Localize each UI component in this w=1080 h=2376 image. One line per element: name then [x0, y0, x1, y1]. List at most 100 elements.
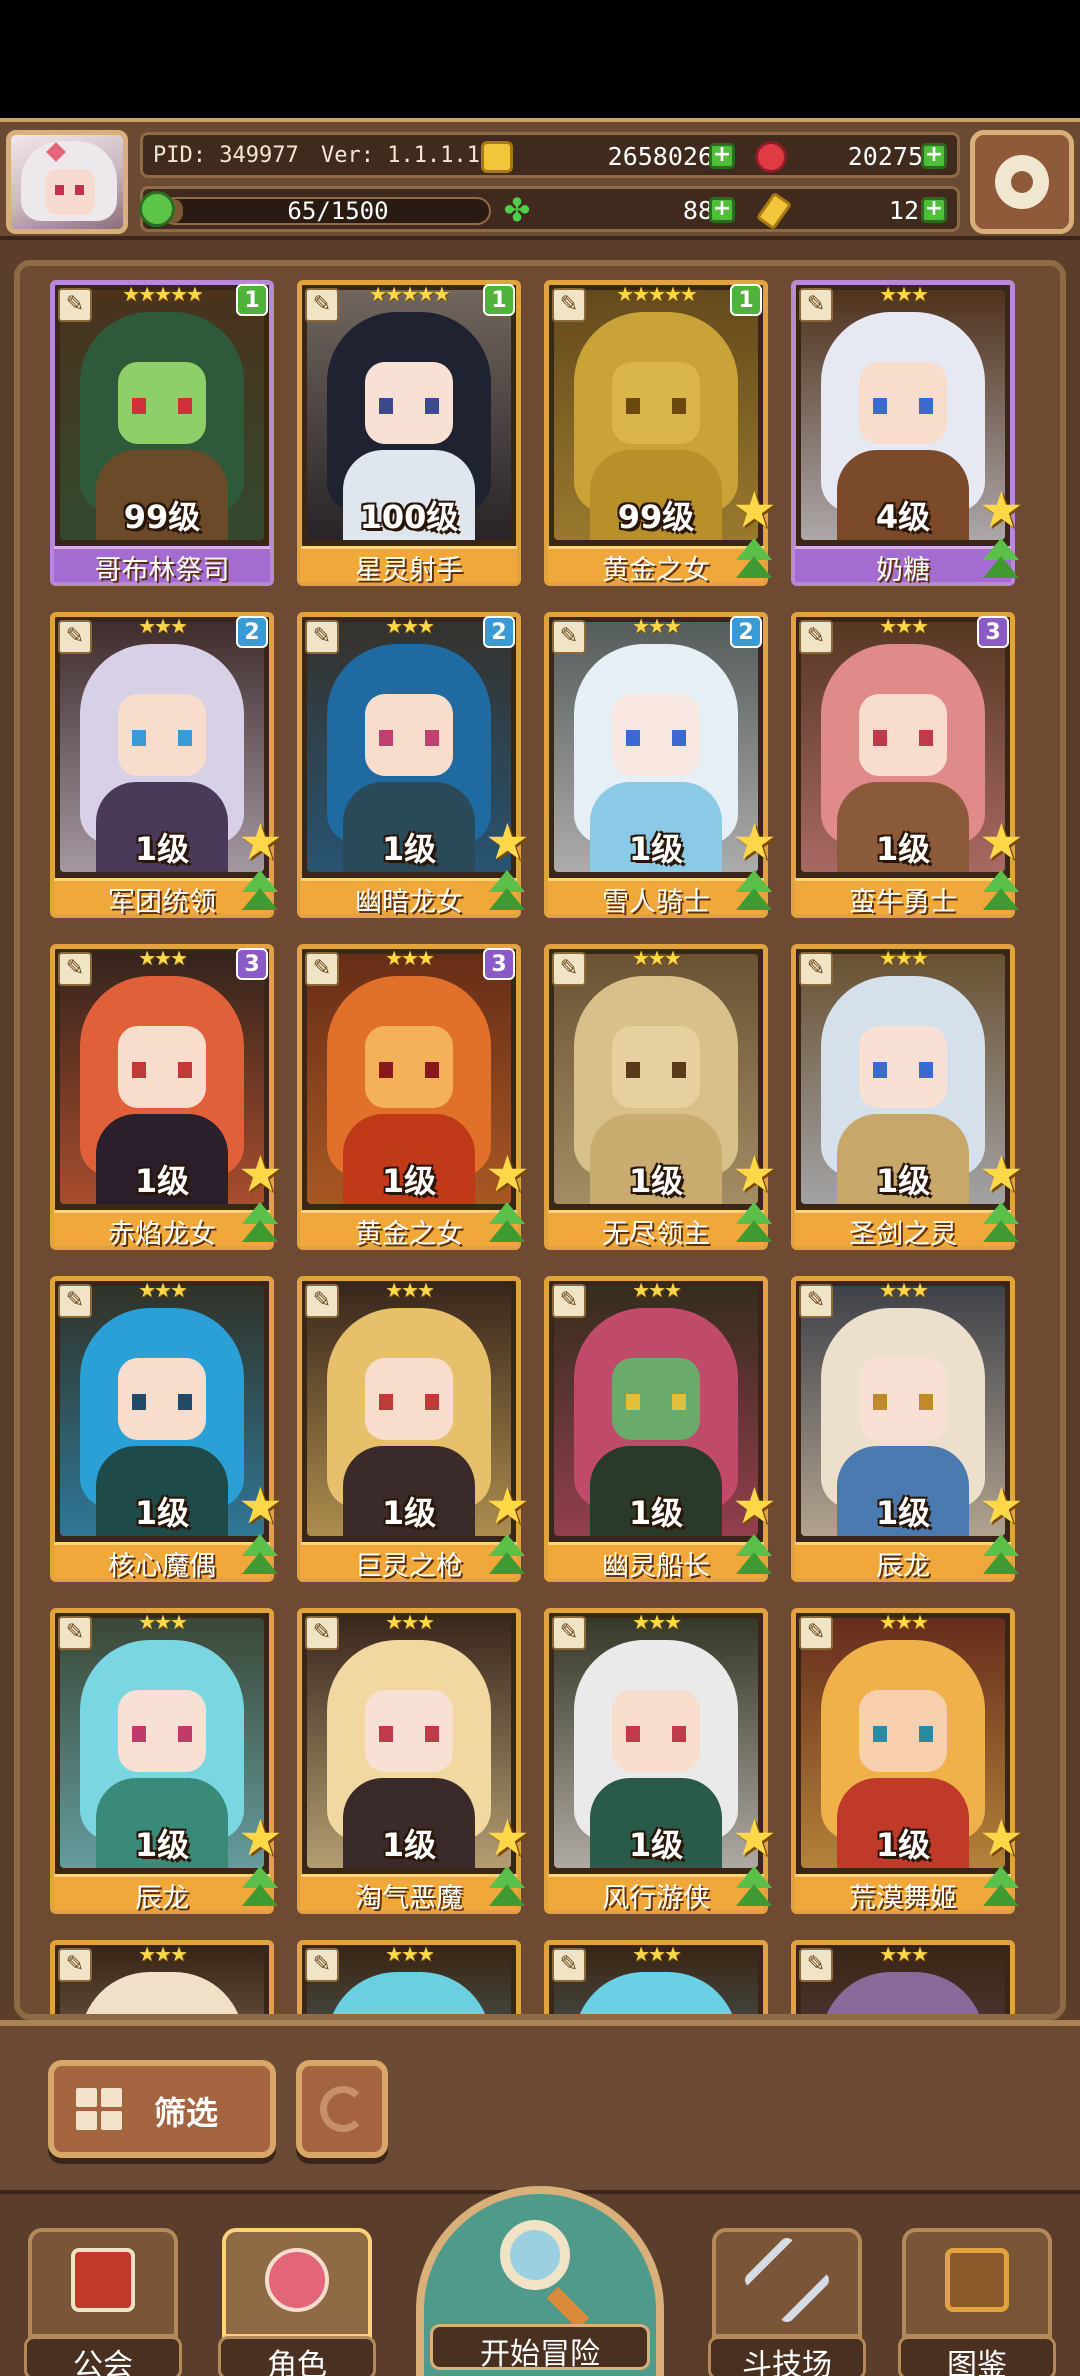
character-card[interactable]: ★★★ ✎ [791, 1940, 1015, 2014]
class-feather-icon: ✎ [58, 1948, 92, 1982]
guild-building-icon [71, 2248, 135, 2312]
tier-badge: 3 [977, 616, 1009, 648]
add-key-button[interactable]: + [921, 197, 947, 223]
star-upgrade-icon: ★ [485, 1809, 530, 1867]
filter-button[interactable]: 筛选 [48, 2060, 276, 2158]
filter-grid-icon [76, 2088, 122, 2130]
nav-arena[interactable]: 斗技场 [708, 2228, 866, 2376]
info-row-top: PID: 349977 Ver: 1.1.1.13 2658026 + 2027… [140, 132, 960, 178]
status-bar-area [0, 0, 1080, 118]
portrait-eye [132, 730, 146, 746]
portrait-eye [873, 1726, 887, 1742]
character-card[interactable]: ★★★ ✎ 2 1级 幽暗龙女 ★ [297, 612, 530, 918]
portrait-eye [672, 398, 686, 414]
character-card[interactable]: ★★★ ✎ [544, 1940, 768, 2014]
character-card[interactable]: ★★★ ✎ 2 1级 雪人骑士 ★ [544, 612, 777, 918]
nav-codex[interactable]: 图鉴 [898, 2228, 1056, 2376]
portrait-eye [178, 1726, 192, 1742]
tier-badge: 2 [730, 616, 762, 648]
class-feather-icon: ✎ [552, 620, 586, 654]
portrait-eye [672, 730, 686, 746]
portrait-eye [425, 398, 439, 414]
character-card[interactable]: ★★★ ✎ 1级 核心魔偶 ★ [50, 1276, 283, 1582]
character-card[interactable]: ★★★ ✎ 1级 风行游侠 ★ [544, 1608, 777, 1914]
player-info-panel: PID: 349977 Ver: 1.1.1.13 2658026 + 2027… [139, 130, 960, 234]
portrait-eye [919, 1726, 933, 1742]
character-card[interactable]: ★★★ ✎ 1级 辰龙 ★ [791, 1276, 1024, 1582]
filter-label: 筛选 [154, 2094, 219, 2132]
class-feather-icon: ✎ [552, 952, 586, 986]
character-card[interactable]: ★★★ ✎ [297, 1940, 521, 2014]
star-upgrade-icon: ★ [238, 813, 283, 871]
portrait-eye [178, 730, 192, 746]
portrait-eye [873, 1394, 887, 1410]
avatar-eye [75, 185, 84, 195]
star-upgrade-icon: ★ [238, 1809, 283, 1867]
level-up-arrow-icon [979, 1534, 1023, 1578]
character-card[interactable]: ★★★★★ ✎ 1 100级 星灵射手 [297, 280, 521, 586]
level-up-arrow-icon [238, 1534, 282, 1578]
nav-character-label: 角色 [267, 2348, 327, 2376]
class-feather-icon: ✎ [799, 288, 833, 322]
character-card[interactable]: ★★★ ✎ 3 1级 黄金之女 ★ [297, 944, 530, 1250]
portrait-eye [379, 1062, 393, 1078]
character-card[interactable]: ★★★★★ ✎ 1 99级 黄金之女 ★ [544, 280, 777, 586]
gold-amount: 2658026 [607, 142, 713, 171]
character-card[interactable]: ★★★ ✎ [50, 1940, 274, 2014]
star-upgrade-icon: ★ [238, 1477, 283, 1535]
roster-frame[interactable]: ★★★★★ ✎ 1 99级 哥布林祭司 ★★★★★ ✎ 1 100级 星灵射手 [14, 260, 1066, 2020]
portrait-eye [919, 730, 933, 746]
add-clover-button[interactable]: + [709, 197, 735, 223]
class-feather-icon: ✎ [799, 1948, 833, 1982]
class-feather-icon: ✎ [305, 1616, 339, 1650]
portrait-eye [626, 398, 640, 414]
gold-coin-icon [481, 141, 513, 173]
settings-button[interactable] [970, 130, 1074, 234]
nav-character[interactable]: 角色 [218, 2228, 376, 2376]
key-icon [755, 191, 793, 231]
character-card[interactable]: ★★★ ✎ 2 1级 军团统领 ★ [50, 612, 283, 918]
level-up-arrow-icon [732, 538, 776, 582]
character-card[interactable]: ★★★ ✎ 1级 巨灵之枪 ★ [297, 1276, 530, 1582]
portrait-eye [672, 1394, 686, 1410]
class-feather-icon: ✎ [58, 288, 92, 322]
level-up-arrow-icon [979, 1866, 1023, 1910]
level-up-arrow-icon [979, 870, 1023, 914]
class-feather-icon: ✎ [305, 1284, 339, 1318]
character-card[interactable]: ★★★ ✎ 1级 无尽领主 ★ [544, 944, 777, 1250]
character-card[interactable]: ★★★ ✎ 1级 荒漠舞姬 ★ [791, 1608, 1024, 1914]
character-card[interactable]: ★★★ ✎ 1级 圣剑之灵 ★ [791, 944, 1024, 1250]
character-card[interactable]: ★★★★★ ✎ 1 99级 哥布林祭司 [50, 280, 274, 586]
character-card[interactable]: ★★★ ✎ 3 1级 蛮牛勇士 ★ [791, 612, 1024, 918]
nav-arena-label: 斗技场 [742, 2348, 832, 2376]
class-feather-icon: ✎ [552, 1948, 586, 1982]
class-feather-icon: ✎ [799, 952, 833, 986]
character-card[interactable]: ★★★ ✎ 1级 淘气恶魔 ★ [297, 1608, 530, 1914]
portrait-eye [178, 1394, 192, 1410]
player-avatar[interactable] [6, 130, 128, 234]
add-gems-button[interactable]: + [921, 143, 947, 169]
star-upgrade-icon: ★ [732, 813, 777, 871]
class-feather-icon: ✎ [799, 1284, 833, 1318]
key-amount: 12 [888, 196, 919, 225]
character-card[interactable]: ★★★ ✎ 1级 辰龙 ★ [50, 1608, 283, 1914]
add-gold-button[interactable]: + [709, 143, 735, 169]
star-upgrade-icon: ★ [485, 813, 530, 871]
level-up-arrow-icon [732, 1534, 776, 1578]
start-adventure-button[interactable]: 开始冒险 [416, 2186, 664, 2376]
character-card[interactable]: ★★★ ✎ 1级 幽灵船长 ★ [544, 1276, 777, 1582]
class-feather-icon: ✎ [58, 1616, 92, 1650]
refresh-button[interactable] [296, 2060, 388, 2158]
portrait-eye [425, 1726, 439, 1742]
nav-guild[interactable]: 公会 [24, 2228, 182, 2376]
tier-badge: 1 [236, 284, 268, 316]
refresh-icon [320, 2086, 366, 2132]
character-card[interactable]: ★★★ ✎ 3 1级 赤焰龙女 ★ [50, 944, 283, 1250]
star-upgrade-icon: ★ [732, 1809, 777, 1867]
portrait-eye [626, 1394, 640, 1410]
character-card[interactable]: ★★★ ✎ 4级 奶糖 ★ [791, 280, 1024, 586]
character-level: 100级 [359, 498, 459, 536]
portrait-eye [132, 398, 146, 414]
character-level: 99级 [123, 498, 201, 536]
clover-icon: ✤ [503, 191, 531, 229]
